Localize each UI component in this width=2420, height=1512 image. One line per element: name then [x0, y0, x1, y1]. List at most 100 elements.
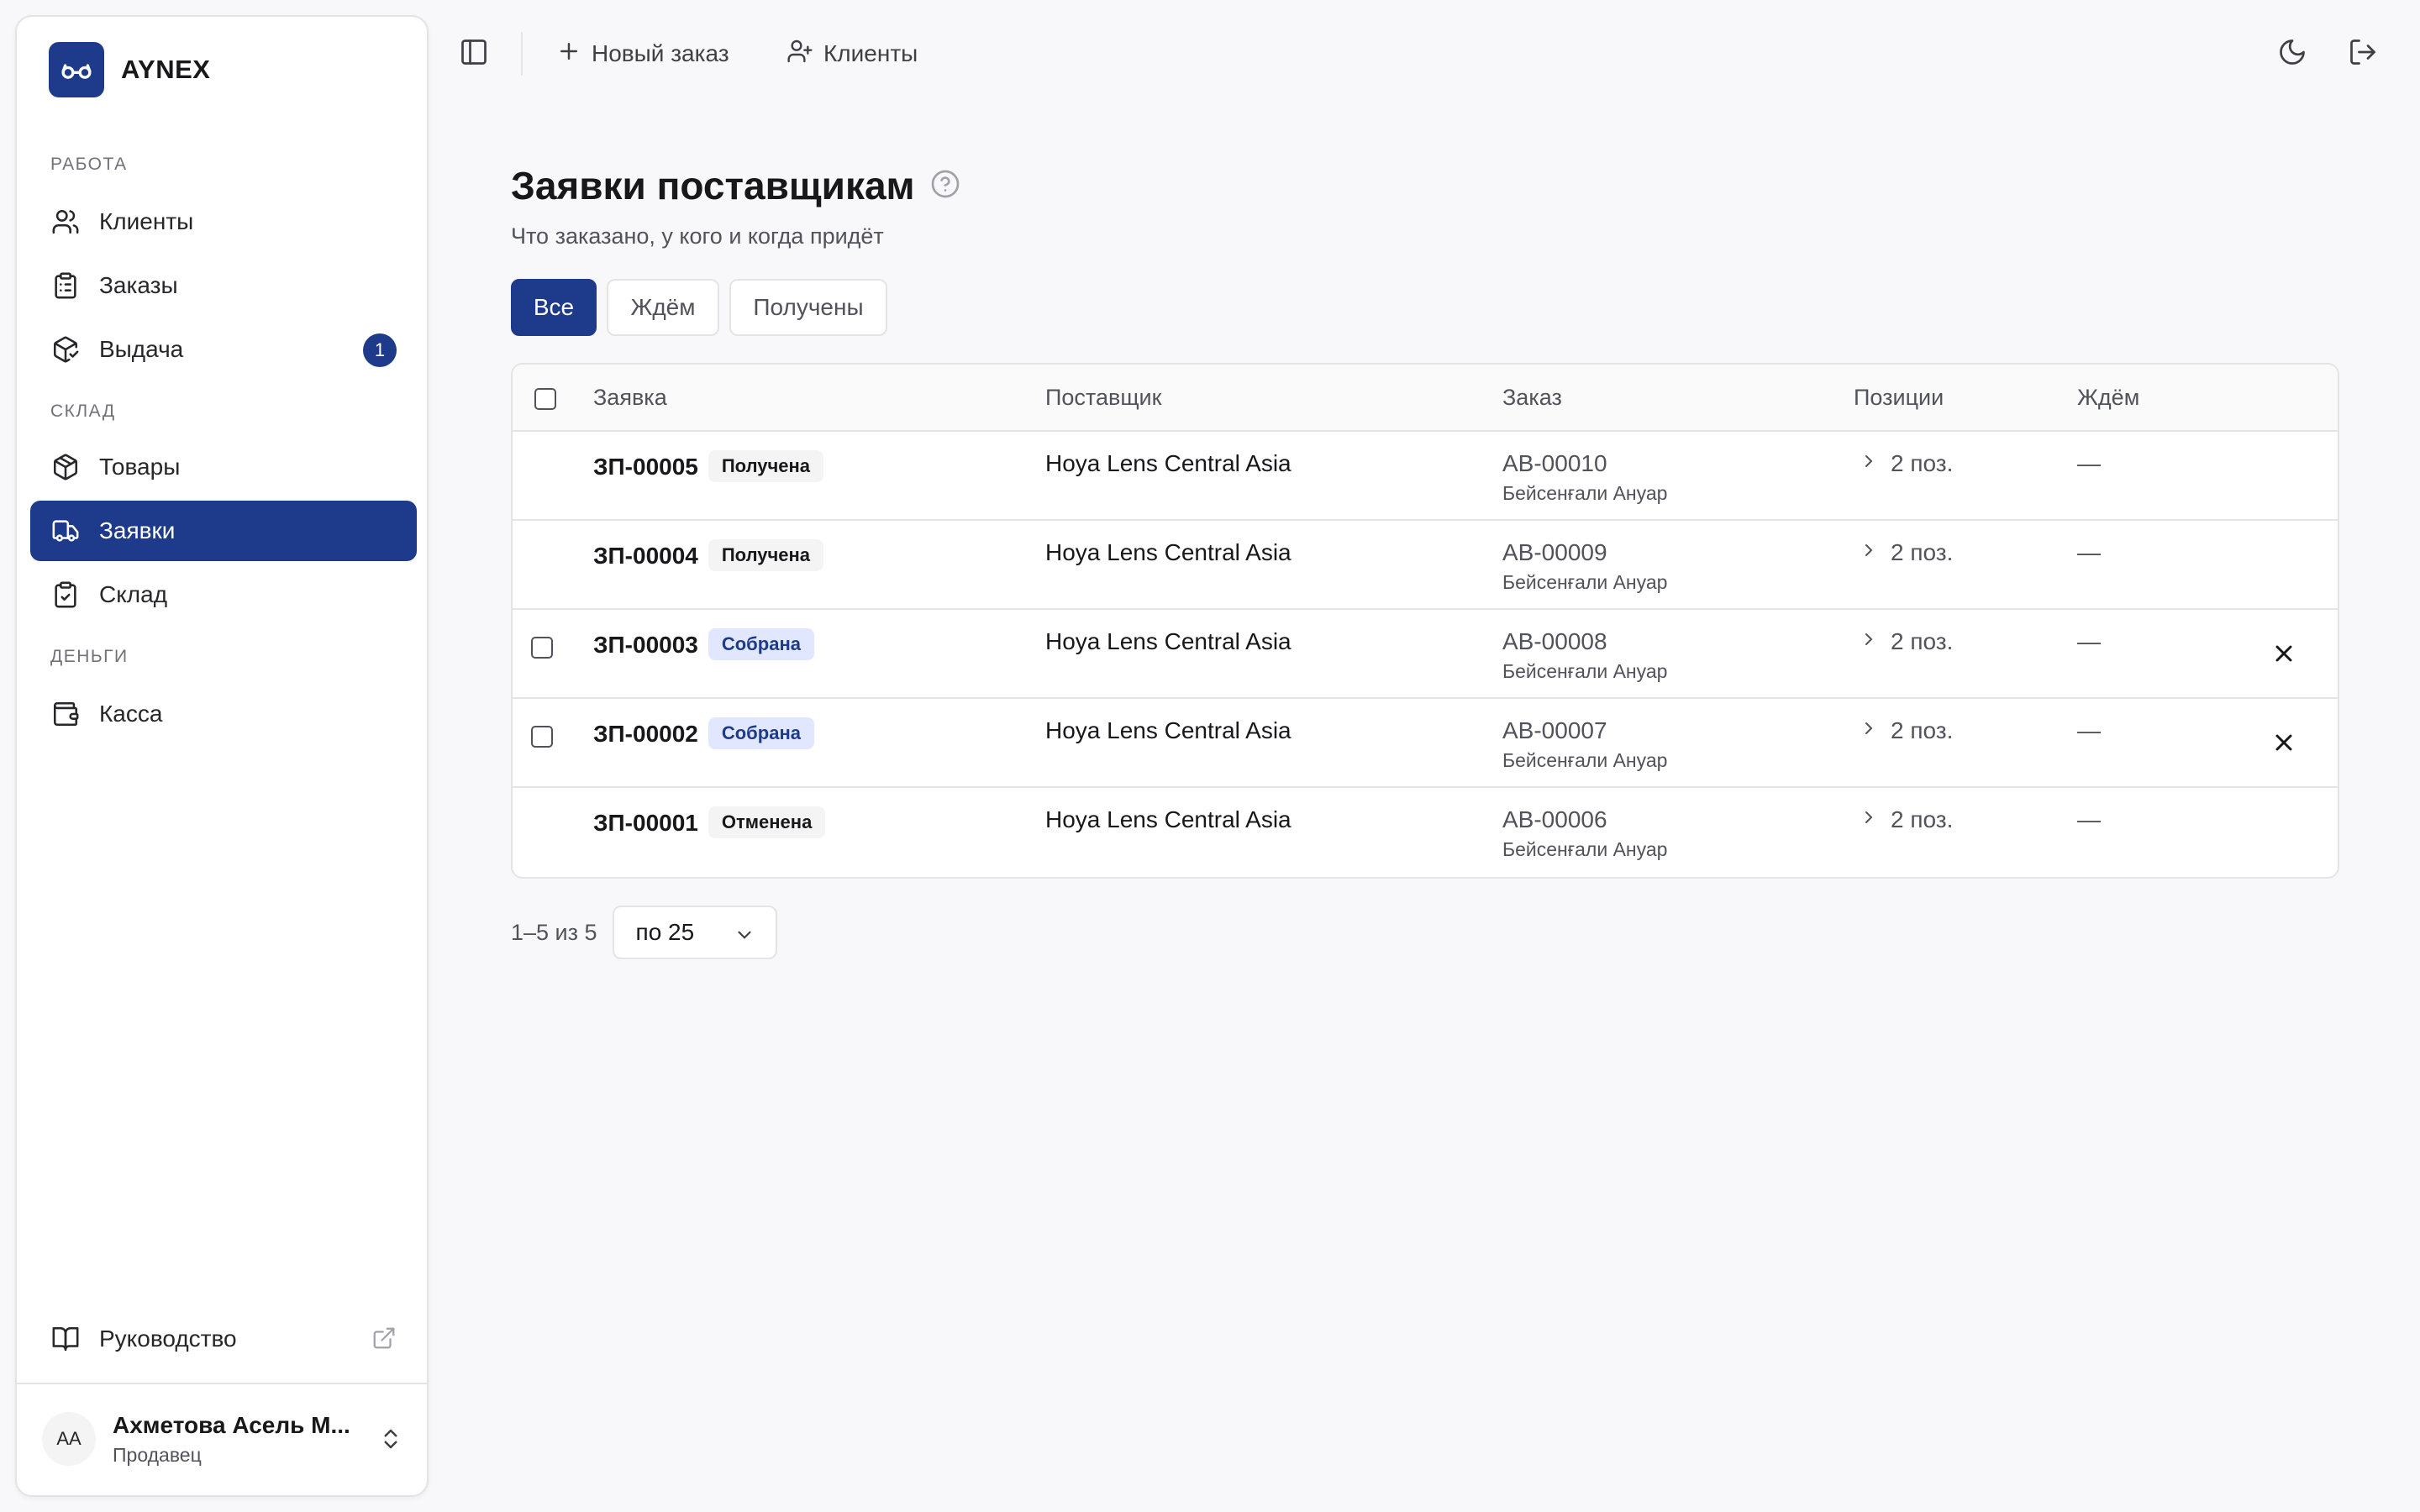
column-header-request: Заявка: [593, 385, 667, 410]
status-badge: Собрана: [708, 628, 814, 660]
order-client: Бейсенғали Ануар: [1502, 571, 1668, 593]
package-check-icon: [50, 334, 81, 365]
status-badge: Отменена: [708, 806, 826, 838]
chevron-right-icon: [1859, 539, 1879, 566]
sidebar-item-requests[interactable]: Заявки: [30, 501, 417, 561]
brand-name: AYNEX: [121, 55, 211, 84]
positions-count: 2 поз.: [1891, 628, 1954, 654]
positions-count: 2 поз.: [1891, 717, 1954, 743]
waiting-value: —: [2077, 806, 2101, 832]
sidebar-item-orders[interactable]: Заказы: [30, 255, 417, 316]
chevron-right-icon: [1859, 806, 1879, 833]
sidebar-item-label: Заявки: [99, 517, 176, 543]
filter-all[interactable]: Все: [511, 279, 597, 336]
chevron-right-icon: [1859, 717, 1879, 744]
table-row[interactable]: ЗП-00001 Отменена Hoya Lens Central Asia …: [513, 788, 2338, 877]
chevron-right-icon: [1859, 450, 1879, 477]
positions-toggle[interactable]: 2 поз.: [1859, 539, 1953, 566]
brand[interactable]: AYNEX: [49, 42, 210, 97]
positions-toggle[interactable]: 2 поз.: [1859, 806, 1953, 833]
section-label-warehouse: СКЛАД: [50, 402, 116, 421]
new-order-label: Новый заказ: [592, 40, 729, 66]
request-id[interactable]: ЗП-00004: [593, 543, 698, 569]
chevrons-up-down-icon: [378, 1426, 403, 1456]
request-cell: ЗП-00004 Получена: [593, 539, 824, 571]
cancel-request-icon[interactable]: [2270, 640, 2299, 669]
supplier-name: Hoya Lens Central Asia: [1045, 450, 1292, 476]
sidebar-item-stock[interactable]: Склад: [30, 564, 417, 625]
supplier-name: Hoya Lens Central Asia: [1045, 717, 1292, 743]
sidebar-item-label: Заказы: [99, 272, 178, 298]
table-row[interactable]: ЗП-00002 Собрана Hoya Lens Central Asia А…: [513, 699, 2338, 788]
request-id[interactable]: ЗП-00001: [593, 810, 698, 836]
chevron-down-icon: [734, 924, 755, 952]
sidebar-toggle-icon[interactable]: [459, 37, 492, 71]
sidebar-item-pickup[interactable]: Выдача 1: [30, 319, 417, 380]
sidebar-item-label: Касса: [99, 701, 163, 727]
section-label-work: РАБОТА: [50, 155, 128, 174]
row-checkbox[interactable]: [531, 637, 553, 659]
user-info: Ахметова Асель М... Продавец: [113, 1412, 350, 1467]
request-id[interactable]: ЗП-00002: [593, 721, 698, 747]
supplier-name: Hoya Lens Central Asia: [1045, 628, 1292, 654]
box-icon: [50, 452, 81, 482]
sidebar-item-label: Клиенты: [99, 208, 194, 234]
clipboard-check-icon: [50, 580, 81, 610]
column-header-waiting: Ждём: [2077, 385, 2140, 410]
request-id[interactable]: ЗП-00005: [593, 454, 698, 480]
sidebar-item-label: Товары: [99, 454, 181, 480]
order-number[interactable]: АВ-00010: [1502, 450, 1607, 477]
table-row[interactable]: ЗП-00004 Получена Hoya Lens Central Asia …: [513, 521, 2338, 610]
positions-toggle[interactable]: 2 поз.: [1859, 628, 1953, 655]
sidebar-item-clients[interactable]: Клиенты: [30, 192, 417, 252]
positions-count: 2 поз.: [1891, 539, 1954, 565]
waiting-value: —: [2077, 717, 2101, 743]
topbar: Новый заказ Клиенты: [430, 0, 2420, 108]
filter-waiting[interactable]: Ждём: [607, 279, 719, 336]
order-number[interactable]: АВ-00008: [1502, 628, 1607, 655]
pickup-count-badge: 1: [363, 333, 397, 367]
column-header-supplier: Поставщик: [1045, 385, 1162, 410]
page-title: Заявки поставщикам: [511, 163, 960, 208]
logout-icon[interactable]: [2348, 37, 2381, 71]
order-client: Бейсенғали Ануар: [1502, 482, 1668, 504]
column-header-order: Заказ: [1502, 385, 1562, 410]
help-circle-icon[interactable]: [930, 163, 960, 208]
sidebar-item-products[interactable]: Товары: [30, 437, 417, 497]
table-row[interactable]: ЗП-00005 Получена Hoya Lens Central Asia …: [513, 432, 2338, 521]
order-number[interactable]: АВ-00006: [1502, 806, 1607, 833]
external-link-icon: [371, 1326, 397, 1357]
user-role: Продавец: [113, 1443, 202, 1466]
pagination: 1–5 из 5 по 25: [511, 906, 777, 959]
request-cell: ЗП-00002 Собрана: [593, 717, 814, 749]
filter-received[interactable]: Получены: [729, 279, 887, 336]
request-cell: ЗП-00005 Получена: [593, 450, 824, 482]
user-menu[interactable]: АА Ахметова Асель М... Продавец: [42, 1401, 412, 1477]
waiting-value: —: [2077, 450, 2101, 476]
moon-icon[interactable]: [2277, 37, 2311, 71]
glasses-logo-icon: [49, 42, 104, 97]
supplier-name: Hoya Lens Central Asia: [1045, 806, 1292, 832]
request-cell: ЗП-00001 Отменена: [593, 806, 826, 838]
positions-toggle[interactable]: 2 поз.: [1859, 717, 1953, 744]
request-id[interactable]: ЗП-00003: [593, 632, 698, 658]
plus-icon: [556, 39, 581, 70]
per-page-select[interactable]: по 25: [612, 906, 777, 959]
positions-count: 2 поз.: [1891, 806, 1954, 832]
status-badge: Получена: [708, 450, 824, 482]
new-order-button[interactable]: Новый заказ: [556, 34, 729, 74]
supplier-name: Hoya Lens Central Asia: [1045, 539, 1292, 565]
sidebar-item-cashbox[interactable]: Касса: [30, 684, 417, 744]
cancel-request-icon[interactable]: [2270, 729, 2299, 758]
guide-link[interactable]: Руководство: [30, 1309, 417, 1369]
status-badge: Получена: [708, 539, 824, 571]
order-number[interactable]: АВ-00009: [1502, 539, 1607, 566]
clients-button[interactable]: Клиенты: [786, 34, 918, 74]
order-number[interactable]: АВ-00007: [1502, 717, 1607, 744]
avatar: АА: [42, 1412, 96, 1466]
waiting-value: —: [2077, 628, 2101, 654]
select-all-checkbox[interactable]: [534, 388, 556, 410]
table-row[interactable]: ЗП-00003 Собрана Hoya Lens Central Asia А…: [513, 610, 2338, 699]
positions-toggle[interactable]: 2 поз.: [1859, 450, 1953, 477]
row-checkbox[interactable]: [531, 726, 553, 748]
